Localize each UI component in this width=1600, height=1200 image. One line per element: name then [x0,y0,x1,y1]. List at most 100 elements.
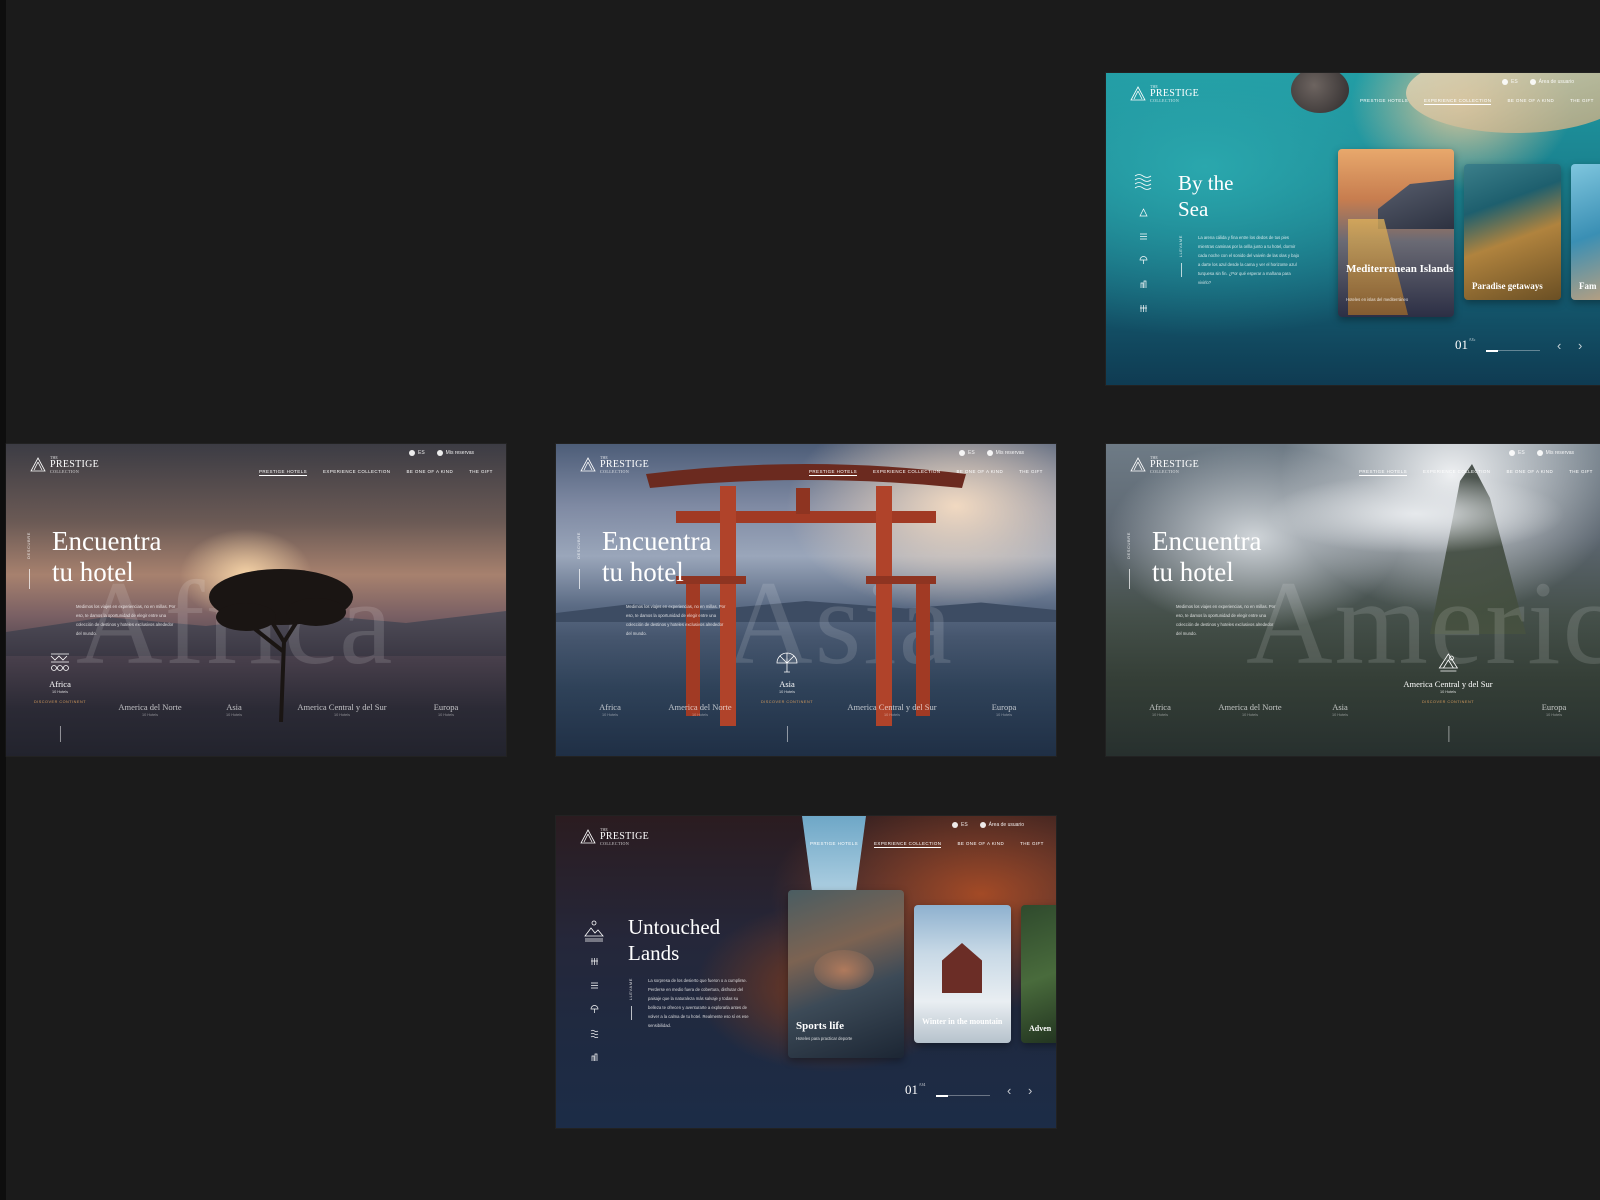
continent-europa[interactable]: Europa 10 Hotels [992,702,1017,717]
logo[interactable]: THE PRESTIGE COLLECTION [580,456,649,474]
continent-africa[interactable]: Africa 10 Hotels [599,702,621,717]
discover-continent-link[interactable]: DISCOVER CONTINENT [1403,700,1492,704]
nav-be-one-of-a-kind[interactable]: BE ONE OF A KIND [1506,469,1553,476]
asia-down-arrow-icon[interactable] [579,569,580,589]
sea-title-line-1: By the [1178,171,1234,195]
waves-icon[interactable] [590,1025,599,1043]
continent-africa[interactable]: Africa 10 Hotels DISCOVER CONTINENT [34,652,86,742]
user-area-link[interactable]: Área de usuario [979,822,1024,828]
nav-prestige-hotels[interactable]: PRESTIGE HOTELS [809,469,858,476]
card-title: Paradise getaways [1472,281,1543,291]
reservations-link[interactable]: Mis reservas [986,450,1024,456]
language-selector[interactable]: ES [409,450,425,456]
nav-be-one-of-a-kind[interactable]: BE ONE OF A KIND [406,469,453,476]
america-vertical-label: DESCUBRE [1126,532,1131,560]
top-utility: ES Mis reservas [1509,450,1574,456]
continent-africa[interactable]: Africa 10 Hotels [1149,702,1171,717]
mountain-landscape-icon[interactable] [584,920,604,947]
lines-icon[interactable] [1139,228,1148,246]
continent-count: 10 Hotels [778,690,796,694]
discover-continent-link[interactable]: DISCOVER CONTINENT [34,700,86,704]
card-adventure[interactable]: Adven [1021,905,1056,1043]
card-image-cabin [942,943,982,993]
card-family[interactable]: Fam [1571,164,1600,300]
active-marker [786,726,788,742]
continent-asia[interactable]: Asia 10 Hotels [1332,702,1348,717]
card-mediterranean-islands[interactable]: Mediterranean Islands Hoteles en islas d… [1338,149,1454,317]
continent-america-central-y-del-sur[interactable]: America Central y del Sur 10 Hotels [297,702,386,717]
slide-progress-fill [936,1094,948,1097]
continent-america-central-y-del-sur[interactable]: America Central y del Sur 10 Hotels DISC… [1403,652,1493,742]
logo[interactable]: THE PRESTIGE COLLECTION [1130,85,1199,103]
top-utility: ES Mis reservas [959,450,1024,456]
reservations-link[interactable]: Mis reservas [436,450,474,456]
nav-experience-collection[interactable]: EXPERIENCE COLLECTION [873,469,940,476]
screen-by-the-sea: THE PRESTIGE COLLECTION ES Área de usuario… [1106,73,1600,385]
nav-be-one-of-a-kind[interactable]: BE ONE OF A KIND [1507,98,1554,105]
prev-arrow-icon[interactable]: ‹ [1557,339,1561,352]
fork-icon[interactable] [590,953,599,971]
fan-icon[interactable] [590,1001,599,1019]
logo-collection: COLLECTION [1150,469,1180,474]
slide-counter: 01/04 [905,1082,925,1098]
continent-america-central-y-del-sur[interactable]: America Central y del Sur 10 Hotels [847,702,936,717]
nav-the-gift[interactable]: THE GIFT [469,469,493,476]
slide-total: /05 [1469,338,1476,343]
active-marker [59,726,61,742]
language-selector[interactable]: ES [959,450,975,456]
nav-prestige-hotels[interactable]: PRESTIGE HOTELS [1359,469,1408,476]
nav-the-gift[interactable]: THE GIFT [1020,841,1044,848]
next-arrow-icon[interactable]: › [1578,339,1582,352]
logo[interactable]: THE PRESTIGE COLLECTION [1130,456,1199,474]
nav-experience-collection[interactable]: EXPERIENCE COLLECTION [323,469,390,476]
city-icon[interactable] [590,1049,599,1067]
mountain-icon[interactable] [1138,204,1148,222]
nav-prestige-hotels[interactable]: PRESTIGE HOTELS [259,469,308,476]
nav-the-gift[interactable]: THE GIFT [1569,469,1593,476]
card-sports-life[interactable]: Sports life Hoteles para practicar depor… [788,890,904,1058]
fan-icon[interactable] [1139,252,1148,270]
language-selector[interactable]: ES [1502,79,1518,85]
nav-experience-collection[interactable]: EXPERIENCE COLLECTION [874,841,942,848]
nav-be-one-of-a-kind[interactable]: BE ONE OF A KIND [957,841,1004,848]
continent-name: America del Norte [118,702,182,712]
user-area-link[interactable]: Área de usuario [1529,79,1574,85]
language-selector[interactable]: ES [1509,450,1525,456]
nav-the-gift[interactable]: THE GIFT [1019,469,1043,476]
nav-be-one-of-a-kind[interactable]: BE ONE OF A KIND [956,469,1003,476]
lands-down-arrow-icon[interactable] [631,1006,632,1020]
next-arrow-icon[interactable]: › [1028,1084,1032,1097]
continent-asia[interactable]: Asia 10 Hotels DISCOVER CONTINENT [761,652,813,742]
discover-continent-link[interactable]: DISCOVER CONTINENT [761,700,813,704]
continent-america-del-norte[interactable]: America del Norte 10 Hotels [1218,702,1281,717]
logo[interactable]: THE PRESTIGE COLLECTION [580,828,649,846]
language-selector[interactable]: ES [952,822,968,828]
logo-mark-icon [580,457,596,472]
continent-count: 10 Hotels [1331,713,1349,717]
lines-icon[interactable] [590,977,599,995]
card-winter-in-the-mountain[interactable]: Winter in the mountain [914,905,1011,1043]
nav-prestige-hotels[interactable]: PRESTIGE HOTELS [810,841,858,848]
continent-europa[interactable]: Europa 10 Hotels [434,702,459,717]
sea-down-arrow-icon[interactable] [1181,263,1182,277]
continent-america-del-norte[interactable]: America del Norte 10 Hotels [118,702,181,717]
slide-current: 01 [905,1082,918,1097]
america-down-arrow-icon[interactable] [1129,569,1130,589]
waves-icon[interactable] [1134,173,1152,198]
reservations-link[interactable]: Mis reservas [1536,450,1574,456]
card-paradise-getaways[interactable]: Paradise getaways [1464,164,1561,300]
continent-asia[interactable]: Asia 10 Hotels [226,702,242,717]
continent-europa[interactable]: Europa 10 Hotels [1542,702,1567,717]
prev-arrow-icon[interactable]: ‹ [1007,1084,1011,1097]
continent-america-del-norte[interactable]: America del Norte 10 Hotels [668,702,731,717]
nav-prestige-hotels[interactable]: PRESTIGE HOTELS [1360,98,1408,105]
fork-icon[interactable] [1139,300,1148,318]
logo[interactable]: THE PRESTIGE COLLECTION [30,456,99,474]
nav-the-gift[interactable]: THE GIFT [1570,98,1594,105]
city-icon[interactable] [1139,276,1148,294]
asia-vertical-label: DESCUBRE [576,532,581,560]
nav-experience-collection[interactable]: EXPERIENCE COLLECTION [1423,469,1490,476]
card-image-cliff [1378,179,1454,229]
nav-experience-collection[interactable]: EXPERIENCE COLLECTION [1424,98,1492,105]
africa-down-arrow-icon[interactable] [29,569,30,589]
